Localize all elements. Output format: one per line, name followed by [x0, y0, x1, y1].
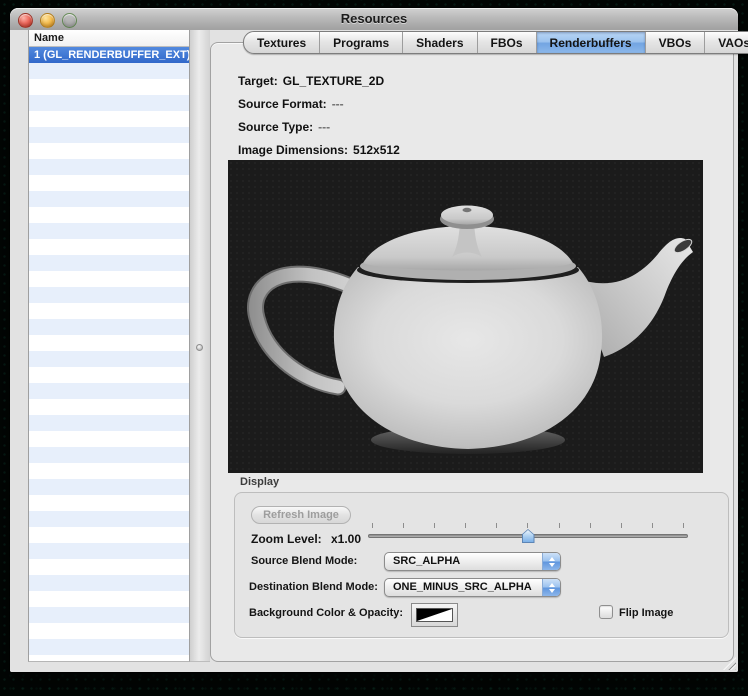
resource-list[interactable]: Name 1 (GL_RENDERBUFFER_EXT): [28, 30, 190, 662]
splitter-grip-icon[interactable]: [196, 344, 203, 351]
background-color-well[interactable]: [411, 603, 458, 627]
resource-info: Target: GL_TEXTURE_2D Source Format: --- S…: [238, 70, 400, 162]
display-group-box: Refresh Image Zoom Level: x1.00 Source B…: [234, 492, 729, 638]
source-blend-value: SRC_ALPHA: [385, 553, 542, 570]
tab-shaders[interactable]: Shaders: [402, 32, 476, 53]
source-type-value: ---: [318, 120, 330, 134]
image-dimensions-line: Image Dimensions: 512x512: [238, 139, 400, 162]
tab-textures[interactable]: Textures: [244, 32, 319, 53]
popup-stepper-icon: [542, 579, 560, 596]
tab-bar: Textures Programs Shaders FBOs Renderbuf…: [243, 31, 748, 54]
image-dimensions-label: Image Dimensions:: [238, 143, 348, 157]
source-type-label: Source Type:: [238, 120, 313, 134]
source-format-value: ---: [332, 97, 344, 111]
tab-vaos[interactable]: VAOs: [704, 32, 748, 53]
zoom-level-label: Zoom Level:: [251, 532, 322, 546]
window-content: Name 1 (GL_RENDERBUFFER_EXT) Textures Pr…: [10, 30, 738, 672]
tab-fbos[interactable]: FBOs: [477, 32, 536, 53]
image-dimensions-value: 512x512: [353, 143, 400, 157]
zoom-level-value: x1.00: [331, 532, 361, 546]
source-format-label: Source Format:: [238, 97, 327, 111]
source-format-line: Source Format: ---: [238, 93, 400, 116]
utah-teapot-image: [228, 160, 703, 473]
title-bar[interactable]: Resources: [10, 8, 738, 31]
target-line: Target: GL_TEXTURE_2D: [238, 70, 400, 93]
refresh-image-button[interactable]: Refresh Image: [251, 506, 351, 524]
destination-blend-value: ONE_MINUS_SRC_ALPHA: [385, 579, 542, 596]
background-color-label: Background Color & Opacity:: [249, 607, 403, 619]
flip-image-label: Flip Image: [619, 607, 673, 619]
display-section-label: Display: [240, 476, 279, 488]
zoom-slider-thumb[interactable]: [522, 529, 535, 543]
resources-window: Resources Name 1 (GL_RENDERBUFFER_EXT) T…: [10, 8, 738, 672]
popup-stepper-icon: [542, 553, 560, 570]
color-swatch: [416, 608, 453, 622]
target-label: Target:: [238, 74, 278, 88]
name-column-header[interactable]: Name: [29, 30, 189, 47]
pane-splitter[interactable]: [190, 30, 210, 662]
destination-blend-popup[interactable]: ONE_MINUS_SRC_ALPHA: [384, 578, 561, 597]
texture-preview: [228, 160, 703, 473]
source-blend-label: Source Blend Mode:: [251, 555, 357, 567]
flip-image-checkbox[interactable]: [599, 605, 613, 619]
window-title: Resources: [10, 11, 738, 26]
tab-programs[interactable]: Programs: [319, 32, 402, 53]
tab-renderbuffers[interactable]: Renderbuffers: [536, 32, 645, 53]
destination-blend-label: Destination Blend Mode:: [249, 581, 378, 593]
source-type-line: Source Type: ---: [238, 116, 400, 139]
source-blend-popup[interactable]: SRC_ALPHA: [384, 552, 561, 571]
tab-vbos[interactable]: VBOs: [645, 32, 705, 53]
zoom-slider[interactable]: [368, 523, 688, 545]
slider-ticks: [372, 523, 684, 528]
list-item-renderbuffer[interactable]: 1 (GL_RENDERBUFFER_EXT): [29, 47, 189, 63]
target-value: GL_TEXTURE_2D: [283, 74, 384, 88]
